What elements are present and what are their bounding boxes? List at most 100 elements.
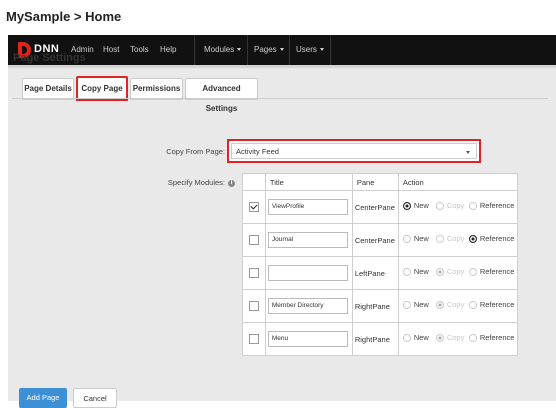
action-cell: New Copy Reference	[397, 289, 519, 323]
action-copy-label: Copy	[446, 267, 465, 276]
action-reference-radio[interactable]	[468, 301, 477, 309]
action-new-label: New	[413, 201, 429, 210]
module-title-input[interactable]: ViewProfile	[267, 199, 348, 215]
action-copy-label: Copy	[446, 234, 465, 243]
module-pane: CenterPane	[351, 223, 399, 257]
module-checkbox[interactable]	[248, 334, 259, 344]
column-header-action: Action	[397, 173, 519, 191]
action-reference-label: Reference	[479, 201, 515, 210]
nav-menu-modules-label: Modules	[204, 45, 235, 54]
specify-modules-label: Specify Modules: i	[140, 178, 235, 187]
module-pane: RightPane	[351, 322, 399, 356]
chevron-down-icon	[279, 48, 284, 52]
copy-from-page-label: Copy From Page:i	[140, 147, 235, 156]
column-header-pane: Pane	[351, 173, 399, 191]
specify-modules-label-text: Specify Modules:	[167, 178, 225, 187]
module-checkbox[interactable]	[248, 235, 259, 245]
title-cell	[264, 256, 353, 290]
title-cell: Menu	[264, 322, 353, 356]
nav-menu-users[interactable]: Users	[296, 35, 324, 65]
module-checkbox[interactable]	[248, 268, 259, 278]
action-reference-radio[interactable]	[468, 334, 477, 342]
action-new-radio[interactable]	[402, 334, 411, 342]
chevron-down-icon	[319, 48, 324, 52]
column-header-select	[242, 173, 266, 191]
subbar	[8, 65, 556, 68]
action-reference-radio[interactable]	[468, 235, 477, 243]
action-copy-label: Copy	[446, 333, 465, 342]
action-copy-label: Copy	[446, 201, 465, 210]
action-new-radio[interactable]	[402, 235, 411, 243]
title-cell: ViewProfile	[264, 190, 353, 224]
table-header-row: Title Pane Action	[242, 173, 519, 191]
action-reference-label: Reference	[479, 300, 515, 309]
copy-from-page-select[interactable]: Activity Feed	[231, 143, 477, 159]
nav-menu-pages[interactable]: Pages	[254, 35, 284, 65]
module-title-input[interactable]: Journal	[267, 232, 348, 248]
action-new-label: New	[413, 234, 429, 243]
action-cell: New Copy Reference	[397, 223, 519, 257]
action-radio-group: New Copy Reference	[402, 201, 517, 212]
table-row: Member Directory RightPane New Copy Referenc…	[242, 289, 519, 323]
copy-from-page-label-text: Copy From Page:	[166, 147, 225, 156]
nav-item-tools[interactable]: Tools	[130, 35, 149, 65]
table-row: ViewProfile CenterPane New Copy Reference	[242, 190, 519, 224]
nav-menu-pages-label: Pages	[254, 45, 277, 54]
page-title: Page Settings	[13, 52, 86, 64]
tab-page-details[interactable]: Page Details	[22, 78, 74, 100]
module-title-input[interactable]: Menu	[267, 331, 348, 347]
nav-divider	[330, 35, 331, 65]
select-cell	[242, 190, 266, 224]
nav-divider	[289, 35, 290, 65]
copy-from-page-value: Activity Feed	[236, 147, 279, 156]
module-pane: CenterPane	[351, 190, 399, 224]
action-reference-radio[interactable]	[468, 268, 477, 276]
action-radio-group: New Copy Reference	[402, 333, 517, 344]
action-radio-group: New Copy Reference	[402, 234, 517, 245]
column-header-title: Title	[264, 173, 353, 191]
action-radio-group: New Copy Reference	[402, 267, 517, 278]
action-reference-radio[interactable]	[468, 202, 477, 210]
action-new-radio[interactable]	[402, 301, 411, 309]
action-reference-label: Reference	[479, 333, 515, 342]
add-page-button[interactable]: Add Page	[19, 388, 67, 408]
action-copy-radio	[435, 301, 444, 309]
action-new-label: New	[413, 333, 429, 342]
select-cell	[242, 289, 266, 323]
select-cell	[242, 256, 266, 290]
action-copy-radio	[435, 202, 444, 210]
nav-menu-modules[interactable]: Modules	[204, 35, 242, 65]
action-new-label: New	[413, 267, 429, 276]
action-cell: New Copy Reference	[397, 322, 519, 356]
action-cell: New Copy Reference	[397, 256, 519, 290]
title-cell: Journal	[264, 223, 353, 257]
chevron-down-icon	[237, 48, 242, 52]
module-title-input[interactable]: Member Directory	[267, 298, 348, 314]
module-pane: LeftPane	[351, 256, 399, 290]
action-cell: New Copy Reference	[397, 190, 519, 224]
cancel-button[interactable]: Cancel	[73, 388, 117, 408]
info-icon[interactable]: i	[228, 179, 235, 187]
select-cell	[242, 223, 266, 257]
top-navigation-bar: DNN Admin Host Tools Help Modules Pages …	[8, 35, 556, 65]
action-copy-label: Copy	[446, 300, 465, 309]
modules-table: Title Pane Action ViewProfile CenterPane N…	[242, 173, 519, 356]
action-copy-radio	[435, 334, 444, 342]
action-new-radio[interactable]	[402, 202, 411, 210]
tab-permissions[interactable]: Permissions	[130, 78, 183, 100]
nav-divider	[247, 35, 248, 65]
module-title-input[interactable]	[267, 265, 348, 281]
action-reference-label: Reference	[479, 267, 515, 276]
nav-item-host[interactable]: Host	[103, 35, 119, 65]
action-copy-radio	[435, 235, 444, 243]
nav-divider	[194, 35, 195, 65]
table-row: LeftPane New Copy Reference	[242, 256, 519, 290]
nav-menu-users-label: Users	[296, 45, 317, 54]
action-new-radio[interactable]	[402, 268, 411, 276]
nav-item-help[interactable]: Help	[160, 35, 176, 65]
copy-from-page-highlight: Activity Feed	[227, 139, 481, 163]
tab-advanced-settings[interactable]: Advanced Settings	[185, 78, 258, 113]
table-row: Journal CenterPane New Copy Reference	[242, 223, 519, 257]
module-checkbox[interactable]	[248, 202, 259, 212]
module-checkbox[interactable]	[248, 301, 259, 311]
